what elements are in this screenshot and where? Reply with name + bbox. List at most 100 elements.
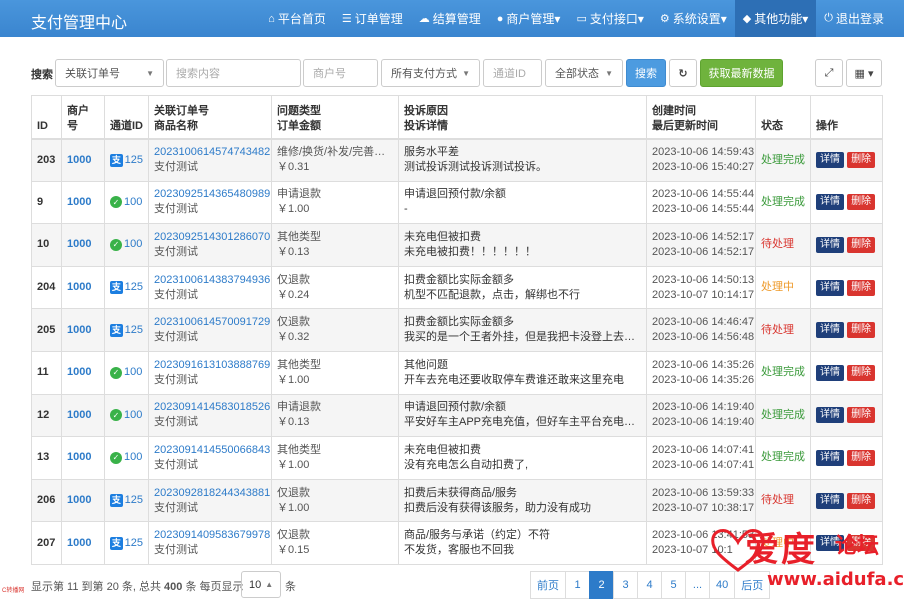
table-row[interactable]: 205 1000 支 125 2023100614570091729 支付测试 仅退款 ￥0.…: [31, 308, 883, 352]
search-input[interactable]: 搜索内容: [166, 59, 301, 87]
detail-button[interactable]: 详情: [816, 152, 844, 169]
order-link[interactable]: 2023091613103888769: [154, 358, 270, 373]
cell-channel[interactable]: 支 125: [104, 521, 149, 565]
detail-button[interactable]: 详情: [816, 322, 844, 339]
order-link[interactable]: 2023100614570091729: [154, 315, 270, 330]
refresh-icon[interactable]: ↻: [669, 59, 697, 87]
delete-button[interactable]: 删除: [847, 152, 876, 169]
nav-item-2[interactable]: ☁ 结算管理: [411, 0, 489, 37]
cell-channel[interactable]: ✓ 100: [104, 350, 149, 395]
paytype-select[interactable]: 所有支付方式 ▼: [381, 59, 480, 87]
page-button[interactable]: 3: [613, 571, 638, 599]
nav-item-3[interactable]: ● 商户管理▾: [489, 0, 569, 37]
cell-merchant-link[interactable]: 1000: [61, 393, 105, 438]
cell-merchant-link[interactable]: 1000: [61, 478, 105, 523]
channel-link[interactable]: 支 125: [110, 280, 143, 295]
search-field-select[interactable]: 关联订单号 ▼: [55, 59, 164, 87]
table-row[interactable]: 203 1000 支 125 2023100614574743482 支付测试 维修/换货/…: [31, 138, 883, 182]
page-button[interactable]: 1: [565, 571, 590, 599]
detail-button[interactable]: 详情: [816, 279, 844, 296]
cell-merchant-link[interactable]: 1000: [61, 265, 105, 310]
delete-button[interactable]: 删除: [847, 364, 876, 381]
cell-merchant-link[interactable]: 1000: [61, 521, 105, 565]
detail-button[interactable]: 详情: [816, 407, 844, 424]
cell-channel[interactable]: ✓ 100: [104, 393, 149, 438]
cell-merchant-link[interactable]: 1000: [61, 350, 105, 395]
order-link[interactable]: 2023100614574743482: [154, 145, 270, 160]
cell-channel[interactable]: 支 125: [104, 478, 149, 523]
channel-link[interactable]: 支 125: [110, 536, 143, 551]
nav-item-6[interactable]: ◆ 其他功能▾: [734, 0, 817, 37]
table-row[interactable]: 9 1000 ✓ 100 2023092514365480989 支付测试 申请退款 ￥1.0…: [31, 180, 883, 225]
nav-item-5[interactable]: ⚙ 系统设置▾: [652, 0, 735, 37]
channel-link[interactable]: 支 125: [110, 323, 143, 338]
page-button[interactable]: 2: [589, 571, 614, 599]
cell-channel[interactable]: 支 125: [104, 308, 149, 352]
order-link[interactable]: 2023091414550066843: [154, 443, 270, 458]
order-link[interactable]: 2023091409583679978: [154, 528, 270, 543]
table-row[interactable]: 206 1000 支 125 2023092818244343881 支付测试 仅退款 ￥1.…: [31, 478, 883, 523]
cell-merchant-link[interactable]: 1000: [61, 223, 105, 267]
col-id[interactable]: ID: [31, 95, 62, 140]
cell-channel[interactable]: ✓ 100: [104, 180, 149, 225]
fullscreen-icon[interactable]: ⤢: [815, 59, 843, 87]
app-title[interactable]: 支付管理中心: [31, 9, 127, 33]
cell-merchant-link[interactable]: 1000: [61, 436, 105, 480]
status-select[interactable]: 全部状态 ▼: [545, 59, 623, 87]
cell-merchant-link[interactable]: 1000: [61, 138, 105, 182]
page-button[interactable]: 4: [637, 571, 662, 599]
page-button[interactable]: 前页: [530, 571, 566, 599]
cell-merchant-link[interactable]: 1000: [61, 308, 105, 352]
table-row[interactable]: 11 1000 ✓ 100 2023091613103888769 支付测试 其他类型 ￥1.…: [31, 350, 883, 395]
table-row[interactable]: 12 1000 ✓ 100 2023091414583018526 支付测试 申请退款 ￥0.…: [31, 393, 883, 438]
delete-button[interactable]: 删除: [847, 194, 876, 211]
table-row[interactable]: 10 1000 ✓ 100 2023092514301286070 支付测试 其他类型 ￥0.…: [31, 223, 883, 267]
delete-button[interactable]: 删除: [847, 449, 876, 466]
channel-link[interactable]: ✓ 100: [110, 408, 143, 423]
channel-input[interactable]: 通道ID: [483, 59, 542, 87]
page-size-select[interactable]: 10 ▲: [241, 571, 281, 598]
page-button[interactable]: 5: [661, 571, 686, 599]
channel-link[interactable]: 支 125: [110, 153, 143, 168]
detail-button[interactable]: 详情: [816, 449, 844, 466]
col-merchant[interactable]: 商户号: [61, 95, 105, 140]
channel-link[interactable]: ✓ 100: [110, 365, 143, 380]
cell-channel[interactable]: 支 125: [104, 138, 149, 182]
delete-button[interactable]: 删除: [847, 492, 876, 509]
merchant-input[interactable]: 商户号: [303, 59, 378, 87]
channel-link[interactable]: ✓ 100: [110, 195, 143, 210]
cell-channel[interactable]: 支 125: [104, 265, 149, 310]
delete-button[interactable]: 删除: [847, 407, 876, 424]
order-link[interactable]: 2023091414583018526: [154, 400, 270, 415]
nav-item-7[interactable]: ⏻ 退出登录: [816, 0, 892, 37]
table-row[interactable]: 204 1000 支 125 2023100614383794936 支付测试 仅退款 ￥0.…: [31, 265, 883, 310]
detail-button[interactable]: 详情: [816, 194, 844, 211]
cell-channel[interactable]: ✓ 100: [104, 436, 149, 480]
channel-link[interactable]: ✓ 100: [110, 237, 143, 252]
nav-item-0[interactable]: ⌂ 平台首页: [260, 0, 334, 37]
delete-button[interactable]: 删除: [847, 279, 876, 296]
delete-button[interactable]: 删除: [847, 236, 876, 253]
col-type[interactable]: 问题类型 订单金额: [271, 95, 399, 140]
detail-button[interactable]: 详情: [816, 236, 844, 253]
cell-merchant-link[interactable]: 1000: [61, 180, 105, 225]
fetch-latest-button[interactable]: 获取最新数据: [700, 59, 783, 87]
col-channel[interactable]: 通道ID: [104, 95, 149, 140]
columns-toggle-icon[interactable]: ▦ ▾: [846, 59, 882, 87]
order-link[interactable]: 2023092818244343881: [154, 486, 270, 501]
search-button[interactable]: 搜索: [626, 59, 666, 87]
detail-button[interactable]: 详情: [816, 364, 844, 381]
channel-link[interactable]: 支 125: [110, 493, 143, 508]
table-row[interactable]: 13 1000 ✓ 100 2023091414550066843 支付测试 其他类型 ￥1.…: [31, 436, 883, 480]
detail-button[interactable]: 详情: [816, 492, 844, 509]
col-reason[interactable]: 投诉原因 投诉详情: [398, 95, 647, 140]
nav-item-1[interactable]: ☰ 订单管理: [334, 0, 411, 37]
order-link[interactable]: 2023092514301286070: [154, 230, 270, 245]
nav-item-4[interactable]: ▭ 支付接口▾: [568, 0, 651, 37]
col-status[interactable]: 状态: [755, 95, 811, 140]
order-link[interactable]: 2023100614383794936: [154, 273, 270, 288]
delete-button[interactable]: 删除: [847, 322, 876, 339]
cell-channel[interactable]: ✓ 100: [104, 223, 149, 267]
col-time[interactable]: 创建时间 最后更新时间: [646, 95, 756, 140]
col-order[interactable]: 关联订单号 商品名称: [148, 95, 272, 140]
